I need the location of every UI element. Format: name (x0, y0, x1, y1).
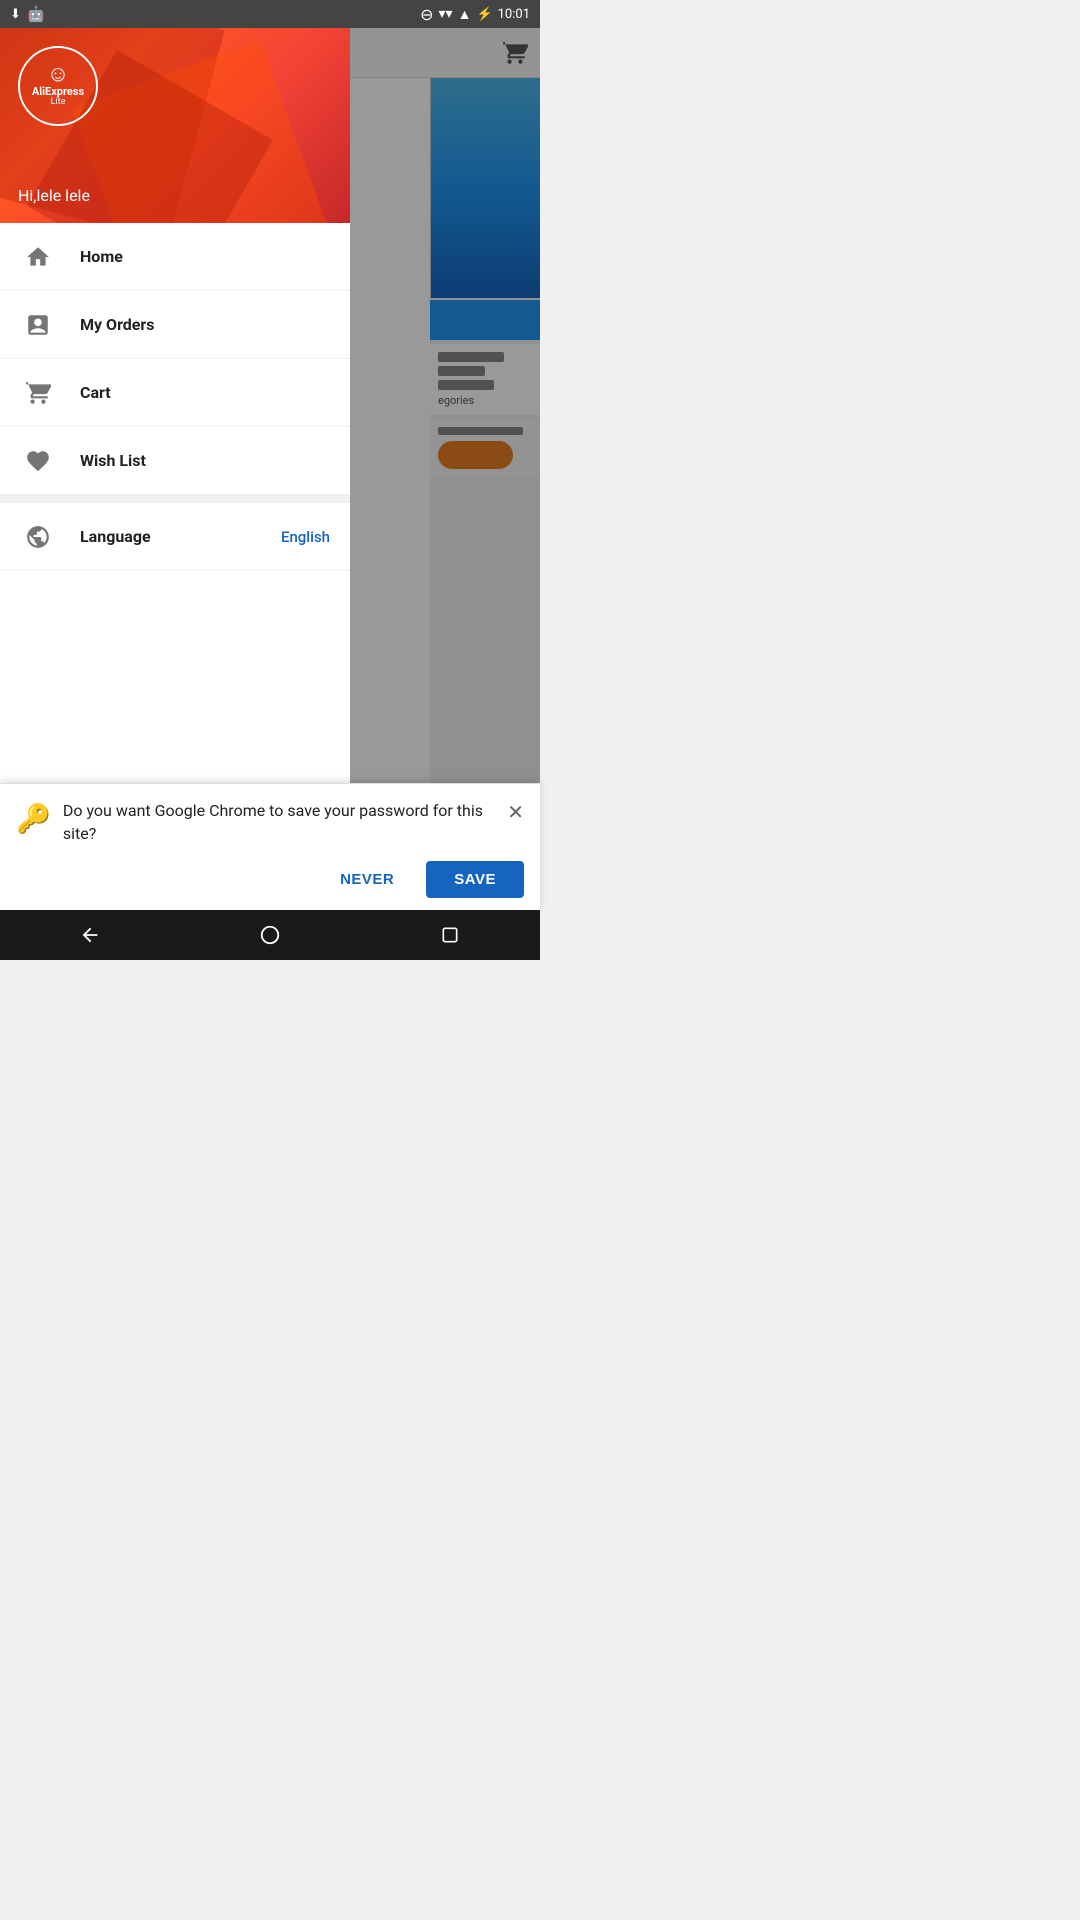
android-icon: 🤖 (27, 5, 46, 23)
dnd-icon: ⊖ (420, 5, 433, 24)
home-label: Home (80, 247, 123, 266)
back-button[interactable] (70, 915, 110, 955)
clock: 10:01 (498, 7, 530, 22)
menu-item-language[interactable]: Language English (0, 503, 350, 571)
prompt-text: Do you want Google Chrome to save your p… (63, 800, 495, 845)
home-icon (20, 239, 56, 275)
recents-button[interactable] (430, 915, 470, 955)
wish-list-label: Wish List (80, 451, 146, 470)
signal-icon: ▲ (458, 6, 472, 23)
aliexpress-logo: ☺ AliExpress Lite (18, 46, 98, 126)
drawer-username: Hi,lele lele (18, 186, 90, 205)
heart-icon (20, 443, 56, 479)
home-button[interactable] (250, 915, 290, 955)
prompt-top-row: 🔑 Do you want Google Chrome to save your… (16, 800, 524, 845)
globe-icon (20, 519, 56, 555)
android-nav-bar (0, 910, 540, 960)
status-bar-left: ⬇ 🤖 (10, 5, 46, 23)
status-bar: ⬇ 🤖 ⊖ ▾▾ ▲ ⚡ 10:01 (0, 0, 540, 28)
orders-label: My Orders (80, 315, 155, 334)
prompt-buttons: NEVER SAVE (16, 861, 524, 898)
cart-drawer-icon (20, 375, 56, 411)
status-bar-right: ⊖ ▾▾ ▲ ⚡ 10:01 (420, 5, 530, 24)
wifi-icon: ▾▾ (439, 6, 453, 22)
chrome-password-prompt: 🔑 Do you want Google Chrome to save your… (0, 783, 540, 910)
prompt-close-icon[interactable]: ✕ (507, 800, 524, 824)
logo-text-lite: Lite (51, 98, 66, 108)
never-button[interactable]: NEVER (320, 861, 414, 898)
drawer-header: ☺ AliExpress Lite Hi,lele lele (0, 28, 350, 223)
menu-item-wish-list[interactable]: Wish List (0, 427, 350, 495)
battery-icon: ⚡ (476, 7, 492, 22)
menu-item-my-orders[interactable]: My Orders (0, 291, 350, 359)
download-icon: ⬇ (10, 7, 21, 22)
language-label: Language (80, 527, 151, 546)
menu-item-home[interactable]: Home (0, 223, 350, 291)
orders-icon (20, 307, 56, 343)
language-value: English (281, 528, 330, 546)
save-button[interactable]: SAVE (426, 861, 524, 898)
menu-item-cart[interactable]: Cart (0, 359, 350, 427)
logo-smile-icon: ☺ (47, 64, 69, 86)
section-divider (0, 495, 350, 503)
nav-drawer: ☺ AliExpress Lite Hi,lele lele Home My O… (0, 28, 350, 910)
cart-label: Cart (80, 383, 111, 402)
key-icon: 🔑 (16, 802, 51, 835)
